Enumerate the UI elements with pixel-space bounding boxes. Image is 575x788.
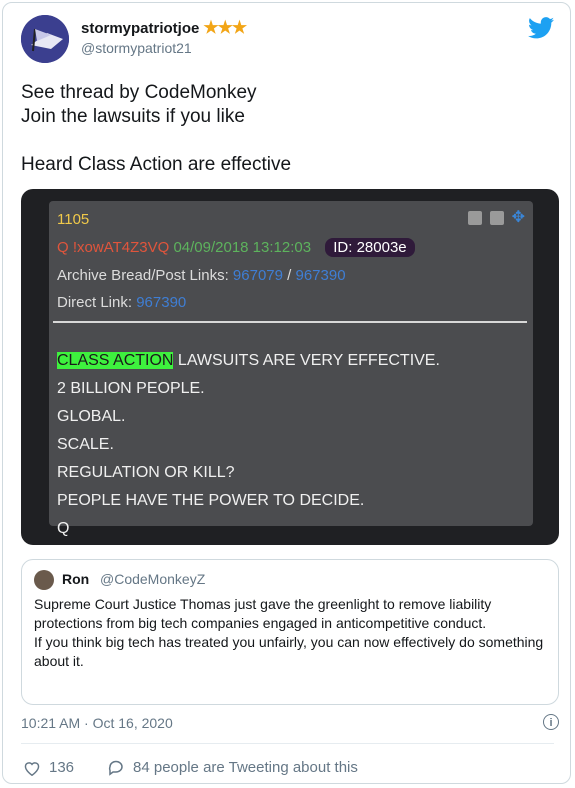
quoted-name: Ron (62, 571, 90, 587)
avatar[interactable] (21, 15, 69, 63)
flag-avatar-icon (21, 15, 69, 63)
quoted-handle: @CodeMonkeyZ (100, 571, 206, 587)
heart-icon (24, 761, 40, 776)
conversation-text: 84 people are Tweeting about this (133, 759, 358, 776)
post-header: Q !xowAT4Z3VQ 04/09/2018 13:12:03 ID: 28… (57, 238, 415, 257)
q-name: Q (57, 239, 69, 256)
archive-separator: / (287, 267, 292, 284)
conversation-button[interactable]: 84 people are Tweeting about this (107, 759, 358, 776)
archive-link-1: 967079 (232, 267, 283, 284)
like-count: 136 (49, 759, 75, 776)
post-date: 04/09/2018 13:12:03 (173, 239, 312, 256)
q-post-panel: 1105 ✥ Q !xowAT4Z3VQ 04/09/2018 13:12:03… (49, 201, 533, 537)
twitter-bird-icon[interactable] (528, 17, 554, 39)
archive-label: Archive Bread/Post Links: (57, 267, 229, 284)
direct-link-row: Direct Link: 967390 (57, 294, 186, 311)
quoted-text: Supreme Court Justice Thomas just gave t… (34, 596, 544, 669)
tweet-card: stormypatriotjoe ★★★ @stormypatriot21 Se… (2, 2, 571, 784)
post-body: CLASS ACTION LAWSUITS ARE VERY EFFECTIVE… (57, 347, 440, 543)
move-icon: ✥ (511, 209, 525, 226)
tripcode: !xowAT4Z3VQ (72, 239, 170, 256)
reply-icon (108, 760, 123, 776)
tweet-image[interactable]: 1105 ✥ Q !xowAT4Z3VQ 04/09/2018 13:12:03… (21, 189, 559, 545)
quoted-avatar (34, 570, 54, 590)
highlighted-phrase: CLASS ACTION (57, 352, 174, 369)
info-icon[interactable]: i (543, 714, 559, 730)
display-name[interactable]: stormypatriotjoe ★★★ (81, 18, 247, 38)
tweet-timestamp[interactable]: 10:21 AM · Oct 16, 2020 (21, 715, 173, 731)
divider (21, 743, 554, 744)
post-tools: ✥ (467, 209, 525, 226)
post-body-rest: 2 BILLION PEOPLE. GLOBAL. SCALE. REGULAT… (57, 380, 365, 537)
stars-icon: ★★★ (203, 18, 247, 37)
user-handle[interactable]: @stormypatriot21 (81, 40, 192, 56)
tweet-text: See thread by CodeMonkey Join the lawsui… (21, 82, 292, 175)
quoted-tweet[interactable]: Ron @CodeMonkeyZ Supreme Court Justice T… (21, 559, 559, 705)
archive-links-row: Archive Bread/Post Links: 967079 / 96739… (57, 267, 346, 284)
direct-label: Direct Link: (57, 294, 133, 311)
display-name-text[interactable]: stormypatriotjoe (81, 20, 199, 37)
copy-icon (467, 211, 482, 225)
post-body-first-line: LAWSUITS ARE VERY EFFECTIVE. (173, 352, 440, 369)
post-divider (53, 321, 527, 323)
post-id-badge: ID: 28003e (325, 238, 415, 257)
archive-link-2: 967390 (295, 267, 346, 284)
like-button[interactable]: 136 (23, 759, 74, 776)
direct-link: 967390 (136, 294, 187, 311)
image-icon (489, 211, 504, 225)
post-number: 1105 (57, 211, 90, 228)
